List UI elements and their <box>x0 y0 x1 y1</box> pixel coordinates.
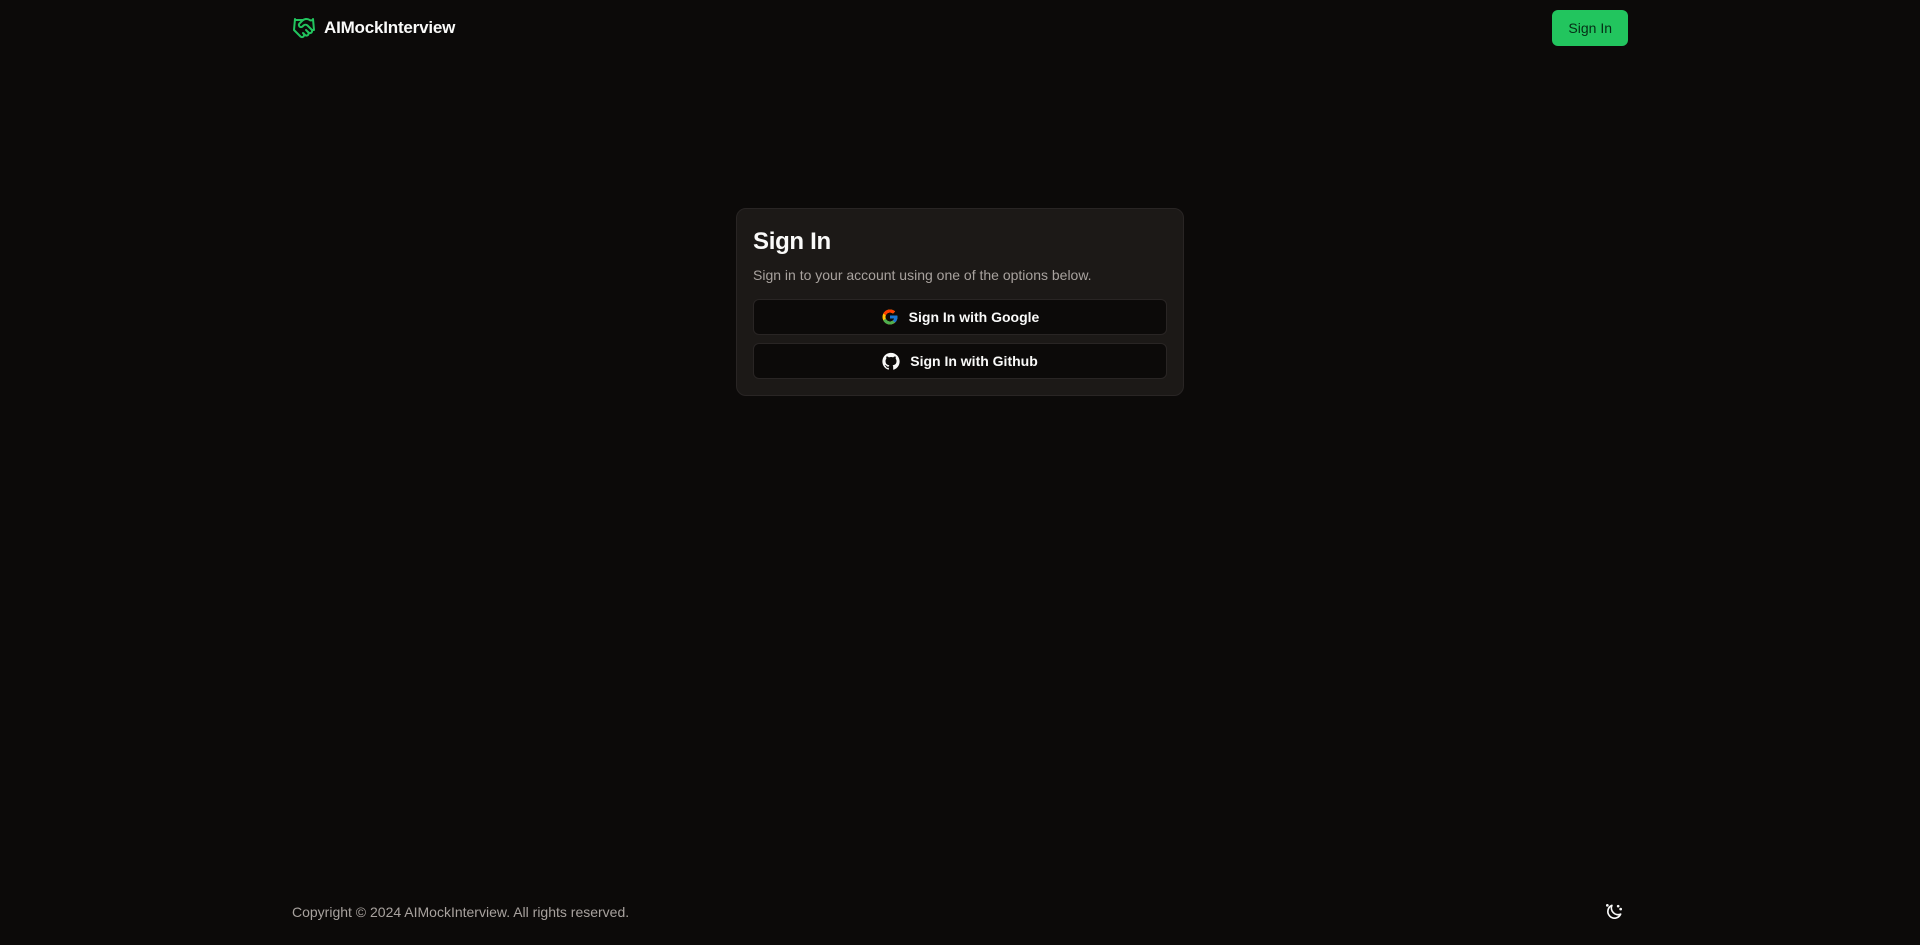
google-icon <box>881 308 899 326</box>
google-signin-button[interactable]: Sign In with Google <box>753 299 1167 335</box>
github-signin-label: Sign In with Github <box>910 353 1038 369</box>
top-navbar: AIMockInterview Sign In <box>292 10 1628 46</box>
brand-name: AIMockInterview <box>324 18 456 37</box>
copyright-text: Copyright © 2024 AIMockInterview. All ri… <box>292 904 630 920</box>
handshake-icon <box>292 16 316 40</box>
brand-link[interactable]: AIMockInterview <box>292 16 455 40</box>
google-signin-label: Sign In with Google <box>908 309 1040 325</box>
card-description: Sign in to your account using one of the… <box>753 267 1092 283</box>
signin-card: Sign In Sign in to your account using on… <box>736 208 1184 396</box>
header-signin-button[interactable]: Sign In <box>1552 10 1628 46</box>
footer: Copyright © 2024 AIMockInterview. All ri… <box>292 898 1628 926</box>
moon-icon <box>1604 902 1624 922</box>
theme-toggle-button[interactable] <box>1600 898 1628 926</box>
github-icon <box>882 352 900 370</box>
card-title: Sign In <box>753 228 831 255</box>
github-signin-button[interactable]: Sign In with Github <box>753 343 1167 379</box>
page: AIMockInterview Sign In Sign In Sign in … <box>0 0 1920 945</box>
